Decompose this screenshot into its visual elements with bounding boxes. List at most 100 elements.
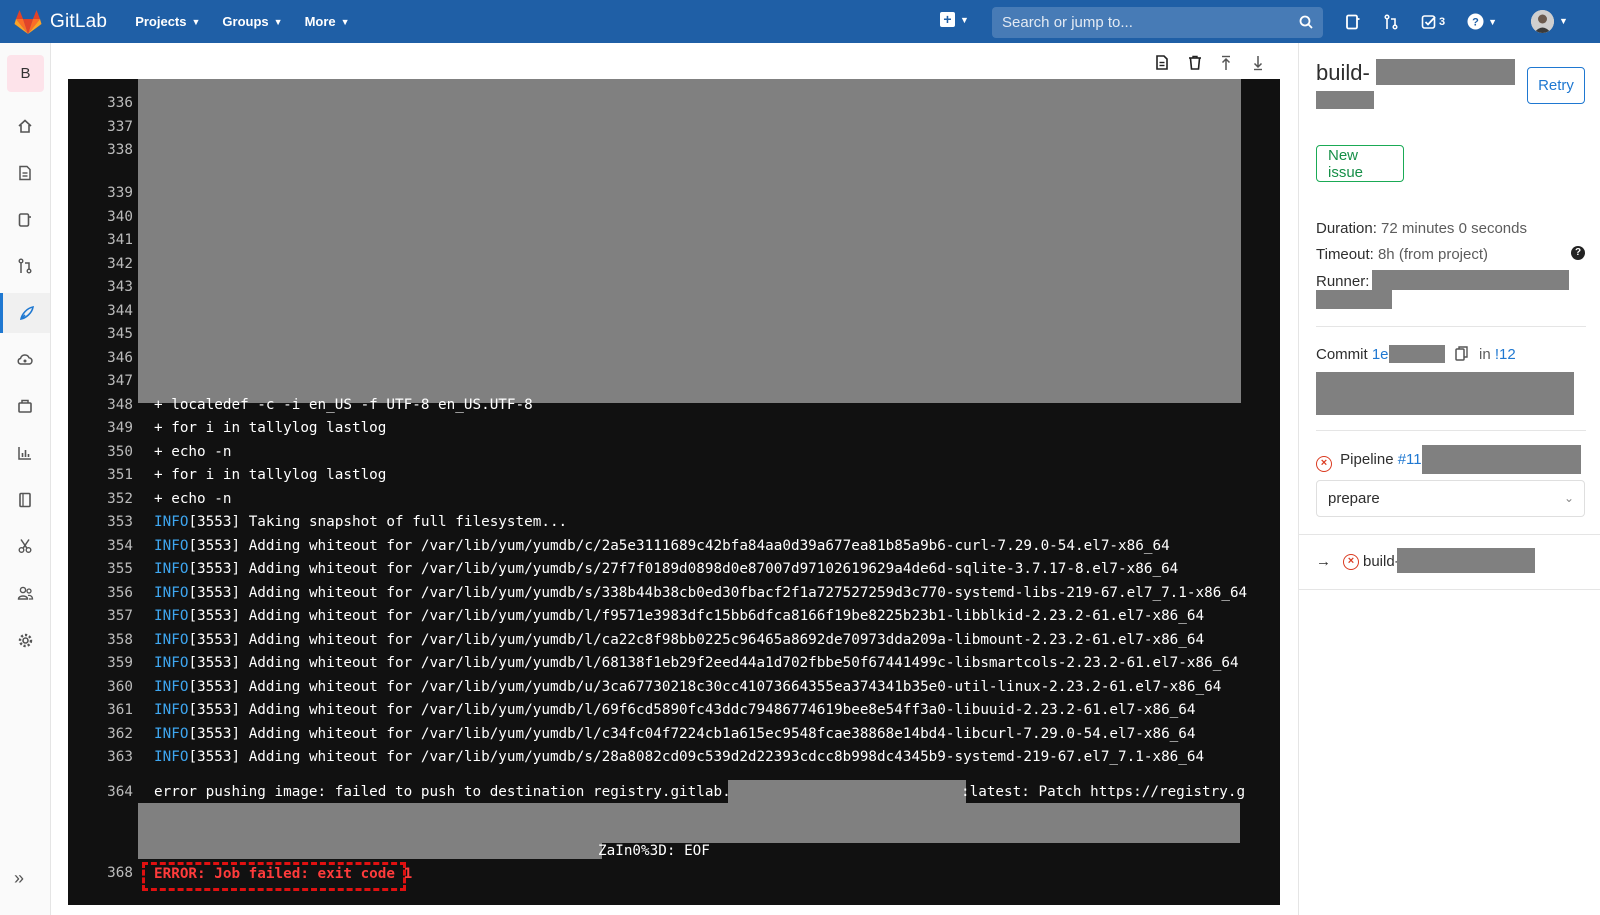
log-line-text: INFO[3553] Adding whiteout for /var/lib/… — [154, 561, 1178, 577]
commit-sha-link[interactable]: 1e — [1372, 346, 1389, 363]
nav-projects-dropdown[interactable]: Projects ▼ — [135, 14, 200, 29]
todos-nav-button[interactable]: 3 — [1421, 14, 1445, 30]
sidebar-item-packages[interactable] — [0, 386, 50, 426]
scroll-to-top-button[interactable] — [1220, 55, 1232, 76]
log-level-info: INFO — [154, 514, 189, 530]
log-message: [3553] Adding whiteout for /var/lib/yum/… — [188, 725, 1196, 742]
duration-label: Duration: — [1316, 220, 1377, 237]
user-avatar[interactable] — [1531, 10, 1554, 33]
gear-icon — [18, 633, 32, 647]
redacted-block — [1372, 270, 1569, 290]
log-line-text: INFO[3553] Adding whiteout for /var/lib/… — [154, 702, 1196, 718]
log-line-text: INFO[3553] Adding whiteout for /var/lib/… — [154, 726, 1196, 742]
log-line-number: 336 — [107, 95, 133, 111]
scroll-down-icon — [1253, 56, 1263, 71]
nav-more-dropdown[interactable]: More ▼ — [305, 14, 350, 29]
user-avatar-icon — [1531, 10, 1554, 33]
search-box[interactable] — [992, 7, 1323, 38]
duration-value: 72 minutes 0 seconds — [1381, 220, 1527, 237]
log-line-number: 363 — [107, 749, 133, 765]
brand-name: GitLab — [50, 10, 108, 32]
merge-requests-nav-button[interactable] — [1383, 13, 1399, 30]
gitlab-logo-icon — [14, 9, 42, 34]
new-issue-button[interactable]: New issue — [1316, 145, 1404, 182]
help-dropdown[interactable]: ? ▼ — [1467, 13, 1497, 30]
log-line-number: 343 — [107, 279, 133, 295]
log-line-text: + echo -n — [154, 444, 231, 460]
log-message: [3553] Adding whiteout for /var/lib/yum/… — [188, 702, 1196, 718]
rocket-icon — [19, 305, 34, 320]
sidebar-item-ci-cd[interactable] — [0, 293, 50, 333]
project-avatar[interactable]: B — [7, 55, 44, 92]
commit-in-label: in — [1479, 346, 1491, 363]
redacted-block — [1389, 345, 1445, 363]
help-icon[interactable]: ? — [1571, 246, 1585, 260]
sidebar-item-merge-requests[interactable] — [0, 246, 50, 286]
divider — [1299, 534, 1600, 535]
log-message: [3553] Adding whiteout for /var/lib/yum/… — [188, 749, 1205, 765]
log-line-text: + for i in tallylog lastlog — [154, 420, 386, 436]
home-icon — [18, 119, 32, 133]
clipboard-icon — [1455, 346, 1468, 361]
merge-request-link[interactable]: !12 — [1495, 346, 1516, 363]
job-list-item[interactable]: → × build- — [1316, 553, 1400, 570]
sidebar-item-wiki[interactable] — [0, 480, 50, 520]
redacted-block — [1397, 548, 1535, 573]
log-line-number: 338 — [107, 142, 133, 158]
search-input[interactable] — [1002, 14, 1292, 31]
raw-log-button[interactable] — [1155, 55, 1169, 75]
todos-count-badge: 3 — [1439, 15, 1446, 28]
log-level-info: INFO — [154, 631, 189, 648]
svg-text:?: ? — [1472, 17, 1479, 29]
nav-menu: Projects ▼ Groups ▼ More ▼ — [135, 14, 371, 29]
job-log: 336 337 338 339 340 341 342 343 344 345 346 347 348 +… — [68, 79, 1280, 905]
chevron-down-icon[interactable]: ▼ — [1559, 16, 1568, 26]
help-icon: ? — [1467, 13, 1484, 30]
sidebar-item-repository[interactable] — [0, 153, 50, 193]
issues-icon — [1346, 14, 1360, 29]
retry-button[interactable]: Retry — [1527, 67, 1585, 104]
nav-groups-dropdown[interactable]: Groups ▼ — [222, 14, 282, 29]
log-line-number: 359 — [107, 655, 133, 671]
sidebar-item-members[interactable] — [0, 573, 50, 613]
sidebar-item-analytics[interactable] — [0, 433, 50, 473]
log-line-number: 340 — [107, 208, 133, 225]
log-line-number: 354 — [107, 537, 133, 554]
scroll-to-bottom-button[interactable] — [1252, 55, 1264, 76]
job-log-toolbar — [68, 43, 1280, 79]
failed-status-icon: × — [1316, 456, 1332, 472]
nav-projects-label: Projects — [135, 14, 187, 29]
runner-label: Runner: — [1316, 273, 1370, 290]
log-line-text: INFO[3553] Adding whiteout for /var/lib/… — [154, 538, 1170, 554]
log-line-text: + localedef -c -i en_US -f UTF-8 en_US.U… — [154, 397, 533, 413]
erase-log-button[interactable] — [1188, 55, 1202, 75]
sidebar-item-snippets[interactable] — [0, 526, 50, 566]
stage-select[interactable]: prepare ⌄ — [1316, 480, 1585, 517]
log-line-number: 339 — [107, 185, 133, 201]
log-line-number: 358 — [107, 631, 133, 648]
log-message: + localedef -c -i en_US -f UTF-8 en_US.U… — [154, 396, 533, 413]
sidebar-item-project-overview[interactable] — [0, 106, 50, 146]
new-item-dropdown[interactable]: + ▼ — [940, 12, 969, 27]
divider — [1299, 589, 1600, 590]
pipeline-row: × Pipeline #11 — [1316, 451, 1422, 472]
top-right-icons: 3 ? ▼ — [1345, 0, 1519, 43]
log-line-text: INFO[3553] Adding whiteout for /var/lib/… — [154, 679, 1221, 695]
log-line-text: INFO[3553] Adding whiteout for /var/lib/… — [154, 655, 1239, 671]
log-line-number: 345 — [107, 326, 133, 342]
log-message: + echo -n — [154, 490, 232, 507]
copy-commit-button[interactable] — [1455, 346, 1468, 366]
chevron-down-icon: ⌄ — [1563, 491, 1574, 505]
sidebar-item-issues[interactable] — [0, 200, 50, 240]
sidebar-item-settings[interactable] — [0, 620, 50, 660]
sidebar-item-operations[interactable] — [0, 340, 50, 380]
users-icon — [17, 586, 33, 600]
issues-nav-button[interactable] — [1345, 14, 1361, 30]
nav-groups-label: Groups — [222, 14, 269, 29]
pipeline-link[interactable]: #11 — [1398, 451, 1422, 468]
gitlab-home-link[interactable]: GitLab — [14, 9, 107, 35]
stage-select-value: prepare — [1328, 490, 1380, 507]
collapse-sidebar-button[interactable]: » — [14, 868, 24, 889]
log-line-number: 368 — [107, 865, 133, 881]
redacted-block — [1316, 290, 1392, 309]
